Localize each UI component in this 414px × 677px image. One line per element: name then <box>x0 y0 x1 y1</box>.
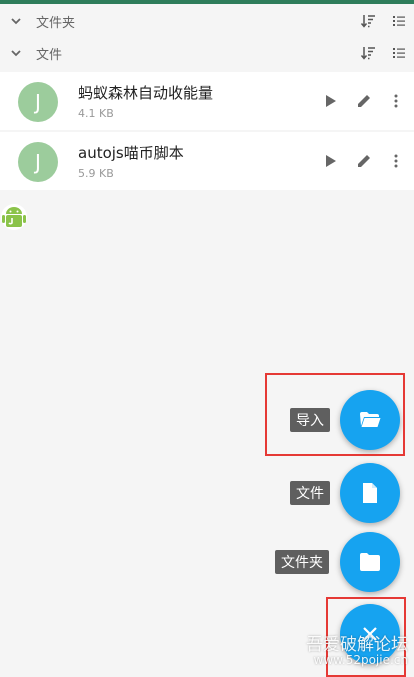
folder-icon <box>360 553 380 571</box>
file-name: autojs喵币脚本 <box>78 144 184 162</box>
highlight-box <box>265 373 405 456</box>
file-name: 蚂蚁森林自动收能量 <box>78 84 214 102</box>
play-icon[interactable] <box>322 153 338 169</box>
folders-section-header[interactable]: 文件夹 <box>0 4 414 38</box>
avatar: J <box>18 82 58 122</box>
file-size: 5.9 KB <box>78 167 114 180</box>
avatar: J <box>18 142 58 182</box>
more-vertical-icon[interactable] <box>388 153 404 169</box>
new-folder-button[interactable] <box>340 532 400 592</box>
list-item[interactable]: J autojs喵币脚本 5.9 KB <box>0 132 414 190</box>
sort-icon[interactable] <box>360 13 376 29</box>
more-vertical-icon[interactable] <box>388 93 404 109</box>
files-section-header[interactable]: 文件 <box>0 36 414 70</box>
watermark-title: 吾爱破解论坛 <box>306 635 408 655</box>
list-view-icon[interactable] <box>392 14 406 28</box>
edit-icon[interactable] <box>356 93 372 109</box>
files-section-label: 文件 <box>36 47 63 63</box>
chevron-down-icon[interactable] <box>10 47 22 59</box>
play-icon[interactable] <box>322 93 338 109</box>
file-size: 4.1 KB <box>78 107 114 120</box>
list-view-icon[interactable] <box>392 46 406 60</box>
list-item[interactable]: J 蚂蚁森林自动收能量 4.1 KB <box>0 72 414 130</box>
new-file-button[interactable] <box>340 463 400 523</box>
folders-section-label: 文件夹 <box>36 15 76 31</box>
sort-icon[interactable] <box>360 45 376 61</box>
chevron-down-icon[interactable] <box>10 15 22 27</box>
watermark-url: www.52pojie.cn <box>313 653 408 667</box>
new-folder-label[interactable]: 文件夹 <box>275 550 329 574</box>
new-file-label[interactable]: 文件 <box>290 481 330 505</box>
file-icon <box>363 483 377 503</box>
edit-icon[interactable] <box>356 153 372 169</box>
android-float-icon[interactable] <box>0 200 28 234</box>
